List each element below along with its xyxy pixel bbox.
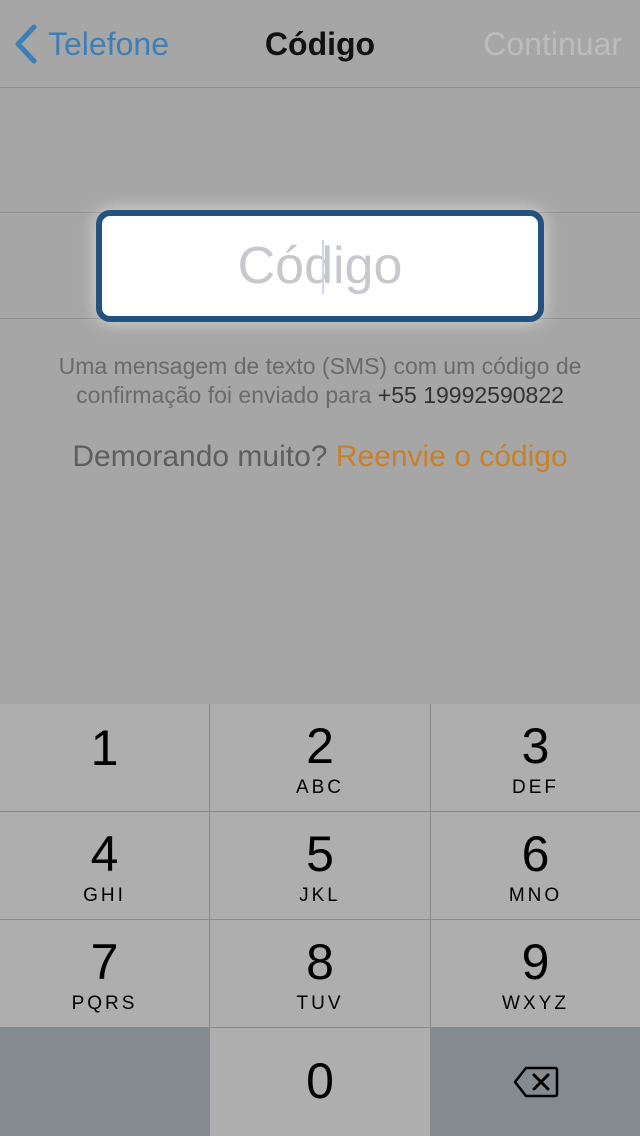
continue-button[interactable]: Continuar [483, 22, 622, 66]
key-digit: 3 [521, 718, 550, 774]
text-caret [322, 240, 324, 294]
delete-key[interactable] [431, 1028, 640, 1136]
navigation-bar: Telefone Código Continuar [0, 0, 640, 88]
back-button-label: Telefone [48, 25, 169, 62]
key-digit: 2 [306, 718, 334, 774]
resend-code-link[interactable]: Reenvie o código [336, 440, 568, 473]
resend-row: Demorando muito? Reenvie o código [0, 440, 640, 474]
code-input[interactable] [110, 236, 530, 296]
backspace-icon [513, 1066, 558, 1098]
key-2[interactable]: 2 ABC [210, 704, 430, 811]
key-3[interactable]: 3 DEF [431, 704, 640, 811]
numeric-keypad: 1 2 ABC 3 DEF 4 GHI 5 JKL 6 MNO 7 PQRS 8… [0, 704, 640, 1136]
key-blank [0, 1028, 209, 1136]
key-letters: PQRS [71, 993, 138, 1014]
back-button[interactable]: Telefone [14, 22, 169, 66]
key-1[interactable]: 1 [0, 704, 209, 811]
key-letters: MNO [508, 885, 563, 906]
key-digit: 6 [521, 826, 550, 882]
key-digit: 5 [306, 826, 334, 882]
key-digit: 4 [90, 826, 119, 882]
key-7[interactable]: 7 PQRS [0, 920, 209, 1027]
code-field-container[interactable] [96, 210, 544, 322]
key-letters: ABC [295, 777, 345, 798]
key-digit: 8 [306, 934, 334, 990]
key-letters: JKL [299, 885, 341, 906]
resend-prompt: Demorando muito? [72, 440, 328, 473]
key-6[interactable]: 6 MNO [431, 812, 640, 919]
key-digit: 9 [521, 934, 550, 990]
sms-info-text: Uma mensagem de texto (SMS) com um códig… [20, 352, 620, 410]
key-5[interactable]: 5 JKL [210, 812, 430, 919]
key-letters: DEF [512, 777, 559, 798]
key-digit: 7 [90, 934, 119, 990]
phone-number: +55 19992590822 [377, 382, 564, 408]
key-digit: 0 [306, 1053, 334, 1109]
key-8[interactable]: 8 TUV [210, 920, 430, 1027]
chevron-left-icon [15, 24, 37, 64]
key-letters: TUV [296, 993, 344, 1014]
key-letters: WXYZ [502, 993, 569, 1014]
key-0[interactable]: 0 [210, 1028, 430, 1136]
key-4[interactable]: 4 GHI [0, 812, 209, 919]
key-digit: 1 [90, 720, 119, 776]
key-9[interactable]: 9 WXYZ [431, 920, 640, 1027]
key-letters: GHI [83, 885, 126, 906]
